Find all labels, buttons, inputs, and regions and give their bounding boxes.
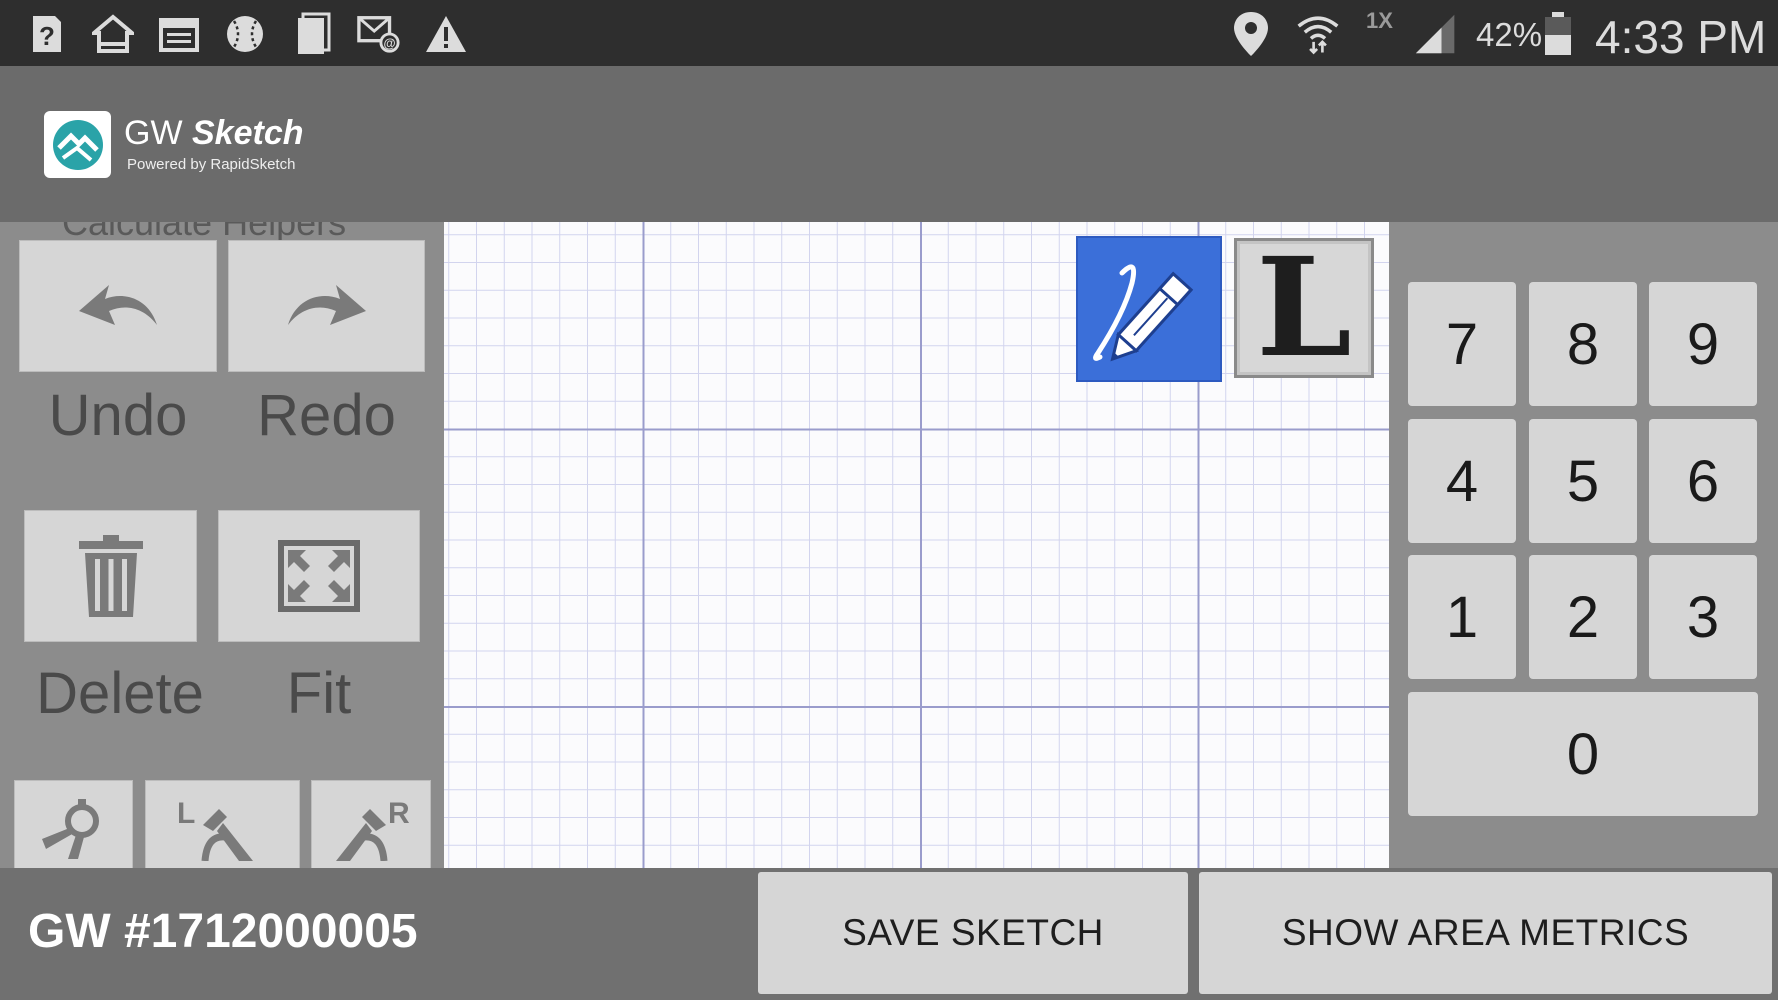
gw-record-number: GW #1712000005	[28, 905, 418, 958]
key-9[interactable]: 9	[1649, 282, 1757, 406]
numeric-keypad: 7 8 9 4 5 6 1 2 3 0	[1389, 222, 1778, 868]
help-icon: ?	[25, 12, 69, 56]
clock: 4:33 PM	[1595, 11, 1767, 63]
app-name-bold: Sketch	[192, 114, 304, 152]
redo-arrow-icon	[287, 285, 366, 325]
key-6[interactable]: 6	[1649, 419, 1757, 543]
signal-strength-icon	[1414, 12, 1458, 56]
wifi-icon	[1296, 12, 1340, 56]
key-1[interactable]: 1	[1408, 555, 1516, 679]
tool-panel[interactable]: Calculate Helpers Undo Redo Delete Fit L…	[0, 222, 444, 868]
key-4[interactable]: 4	[1408, 419, 1516, 543]
fit-to-screen-icon	[278, 540, 360, 612]
baseball-icon	[223, 12, 267, 56]
compass-tool-button[interactable]	[14, 780, 133, 868]
key-7[interactable]: 7	[1408, 282, 1516, 406]
show-area-metrics-button[interactable]: SHOW AREA METRICS	[1199, 872, 1772, 994]
network-type-label: 1X	[1366, 8, 1393, 33]
redo-button[interactable]	[228, 240, 425, 372]
redo-label: Redo	[257, 383, 396, 448]
app-logo	[44, 111, 111, 178]
key-2[interactable]: 2	[1529, 555, 1637, 679]
svg-text:@: @	[383, 36, 395, 50]
delete-button[interactable]	[24, 510, 197, 642]
right-angle-icon: R	[336, 797, 410, 861]
compass-tool-icon	[41, 799, 99, 859]
key-3[interactable]: 3	[1649, 555, 1757, 679]
warning-icon	[424, 12, 468, 56]
status-bar: ? @ 1X 42% 4:33 PM	[0, 0, 1778, 66]
calendar-icon	[157, 12, 201, 56]
app-header: GW Sketch Powered by RapidSketch	[0, 66, 1778, 222]
battery-icon	[1540, 12, 1576, 56]
svg-text:L: L	[177, 797, 195, 830]
svg-text:R: R	[388, 797, 410, 830]
right-angle-tool-button[interactable]: R	[311, 780, 431, 868]
key-5[interactable]: 5	[1529, 419, 1637, 543]
line-mode-button[interactable]: L	[1234, 238, 1374, 378]
svg-text:?: ?	[39, 21, 55, 51]
document-icon	[291, 12, 335, 56]
draw-mode-button[interactable]	[1076, 236, 1222, 382]
save-sketch-button[interactable]: SAVE SKETCH	[758, 872, 1188, 994]
app-name: GW Sketch	[124, 114, 304, 153]
app-subtitle: Powered by RapidSketch	[127, 156, 296, 173]
undo-arrow-icon	[79, 285, 157, 325]
sketch-canvas[interactable]: L	[444, 222, 1389, 868]
delete-label: Delete	[36, 661, 204, 726]
app-name-prefix: GW	[124, 114, 183, 152]
location-icon	[1229, 12, 1273, 56]
home-icon	[91, 12, 135, 56]
left-angle-tool-button[interactable]: L	[145, 780, 300, 868]
app-screen: ? @ 1X 42% 4:33 PM GW Sketch Powered by …	[0, 0, 1778, 1000]
pencil-icon	[1092, 264, 1194, 362]
battery-percent: 42%	[1476, 16, 1543, 53]
key-8[interactable]: 8	[1529, 282, 1637, 406]
undo-button[interactable]	[19, 240, 217, 372]
trash-icon	[78, 535, 143, 617]
fit-button[interactable]	[218, 510, 420, 642]
fit-label: Fit	[286, 661, 352, 726]
gw-sketch-logo-icon	[52, 119, 103, 170]
bottom-bar: GW #1712000005 SAVE SKETCH SHOW AREA MET…	[0, 868, 1778, 1000]
left-angle-icon: L	[177, 797, 253, 861]
email-notification-icon: @	[357, 12, 401, 56]
undo-label: Undo	[48, 383, 188, 448]
key-0[interactable]: 0	[1408, 692, 1758, 816]
